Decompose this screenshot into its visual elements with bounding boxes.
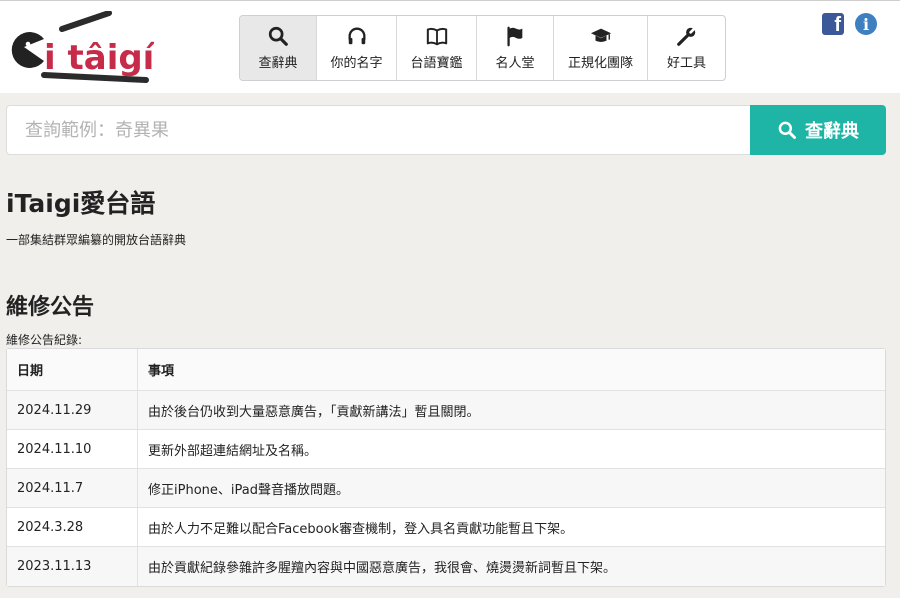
nav-item-label: 查辭典 bbox=[258, 56, 298, 71]
announcement-title: 維修公告 bbox=[6, 295, 95, 320]
nav-item-dictionary[interactable]: 查辭典 bbox=[240, 16, 317, 80]
nav-item-label: 你的名字 bbox=[330, 56, 383, 71]
row-date: 2024.11.10 bbox=[7, 430, 138, 469]
wrench-icon bbox=[676, 25, 698, 46]
nav-item-good-tools[interactable]: 好工具 bbox=[648, 16, 725, 80]
site-subtitle: 一部集結群眾編纂的開放台語辭典 bbox=[6, 233, 187, 247]
row-item: 修正iPhone、iPad聲音播放問題。 bbox=[138, 469, 885, 508]
facebook-icon[interactable]: f bbox=[822, 13, 844, 35]
row-item: 更新外部超連結網址及名稱。 bbox=[138, 430, 885, 469]
row-item: 由於貢獻紀錄參雜許多腥羶內容與中國惡意廣告，我很會、燒燙燙新詞暫且下架。 bbox=[138, 547, 885, 586]
row-item: 由於後台仍收到大量惡意廣告，「貢獻新講法」暫且關閉。 bbox=[138, 391, 885, 430]
main-nav: 查辭典 你的名字 台語寶鑑 名人堂 正規化團隊 好工具 bbox=[239, 15, 726, 81]
flag-icon bbox=[507, 26, 523, 47]
nav-item-hall-of-fame[interactable]: 名人堂 bbox=[477, 16, 554, 80]
table-header-row: 日期 事項 bbox=[7, 349, 885, 391]
headphones-icon bbox=[348, 27, 365, 45]
table-row: 2024.11.7 修正iPhone、iPad聲音播放問題。 bbox=[7, 469, 885, 508]
row-date: 2024.3.28 bbox=[7, 508, 138, 547]
search-button[interactable]: 查辭典 bbox=[750, 105, 886, 155]
row-date: 2024.11.29 bbox=[7, 391, 138, 430]
logo-overline-stroke bbox=[59, 11, 112, 32]
announcement-table: 日期 事項 2024.11.29 由於後台仍收到大量惡意廣告，「貢獻新講法」暫且… bbox=[6, 348, 886, 587]
graduation-cap-icon bbox=[590, 28, 611, 42]
book-icon bbox=[426, 27, 447, 46]
logo-text: i tâigí bbox=[44, 38, 154, 78]
row-date: 2023.11.13 bbox=[7, 547, 138, 586]
search-input[interactable] bbox=[6, 105, 750, 155]
announcement-log-label: 維修公告紀錄: bbox=[6, 333, 83, 347]
nav-item-label: 台語寶鑑 bbox=[410, 56, 463, 71]
search-button-label: 查辭典 bbox=[805, 121, 859, 142]
pacman-mascot-icon bbox=[11, 32, 44, 69]
table-row: 2024.3.28 由於人力不足難以配合Facebook審查機制，登入具名貢獻功… bbox=[7, 508, 885, 547]
row-item: 由於人力不足難以配合Facebook審查機制，登入具名貢獻功能暫且下架。 bbox=[138, 508, 885, 547]
search-icon bbox=[778, 121, 796, 139]
search-bar: 查辭典 bbox=[6, 105, 886, 155]
site-header: i tâigí 查辭典 你的名字 台語寶鑑 名人堂 正規化團隊 好工具 f i bbox=[0, 1, 900, 93]
table-row: 2024.11.10 更新外部超連結網址及名稱。 bbox=[7, 430, 885, 469]
row-date: 2024.11.7 bbox=[7, 469, 138, 508]
nav-item-standardization-team[interactable]: 正規化團隊 bbox=[554, 16, 648, 80]
table-row: 2023.11.13 由於貢獻紀錄參雜許多腥羶內容與中國惡意廣告，我很會、燒燙燙… bbox=[7, 547, 885, 586]
info-icon[interactable]: i bbox=[855, 13, 877, 35]
column-header-item: 事項 bbox=[138, 349, 885, 391]
table-row: 2024.11.29 由於後台仍收到大量惡意廣告，「貢獻新講法」暫且關閉。 bbox=[7, 391, 885, 430]
nav-item-your-name[interactable]: 你的名字 bbox=[317, 16, 397, 80]
site-title: iTaigi愛台語 bbox=[6, 189, 156, 218]
nav-item-label: 名人堂 bbox=[495, 56, 535, 71]
column-header-date: 日期 bbox=[7, 349, 138, 391]
nav-item-taigi-treasury[interactable]: 台語寶鑑 bbox=[397, 16, 477, 80]
nav-item-label: 好工具 bbox=[666, 56, 706, 71]
site-logo[interactable]: i tâigí bbox=[4, 11, 154, 86]
search-icon bbox=[268, 26, 288, 46]
nav-item-label: 正規化團隊 bbox=[567, 56, 633, 71]
